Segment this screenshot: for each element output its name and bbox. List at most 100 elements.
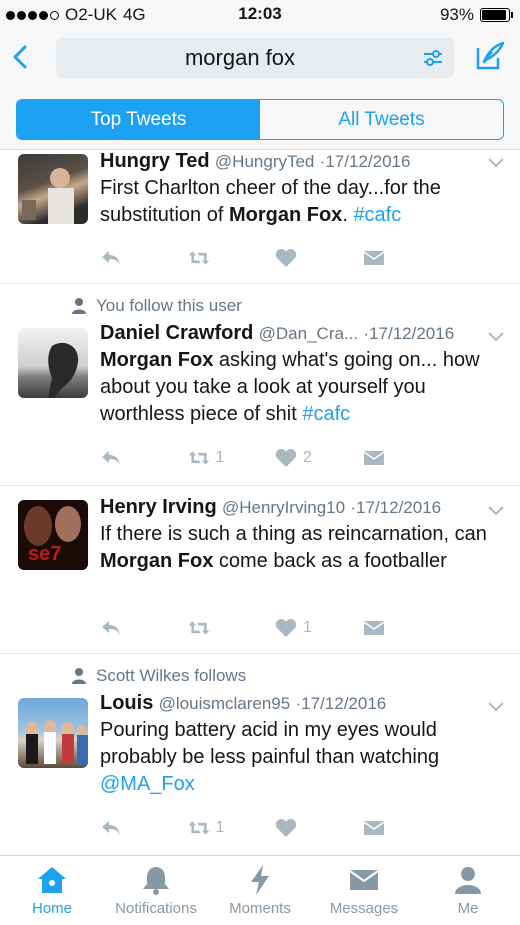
retweet-button[interactable]: 1 [188, 446, 276, 470]
dm-button[interactable] [363, 616, 451, 640]
retweet-count: 1 [215, 819, 225, 836]
tweet-date: 17/12/2016 [369, 324, 455, 343]
retweet-icon [188, 621, 209, 635]
dm-button[interactable] [363, 446, 451, 470]
reply-button[interactable] [100, 446, 188, 470]
tweet-actions: 1 [100, 616, 450, 640]
like-button[interactable] [275, 246, 363, 270]
tweet-filter-tabs: Top Tweets All Tweets [16, 99, 504, 140]
avatar[interactable]: se7 [18, 500, 88, 570]
dm-icon [363, 621, 384, 635]
mention-link[interactable]: @MA_Fox [100, 773, 195, 795]
tab-moments[interactable]: Moments [208, 856, 312, 925]
bell-icon [143, 867, 169, 895]
heart-icon [275, 819, 297, 837]
battery-percent: 93% [439, 5, 474, 24]
like-button[interactable] [275, 816, 363, 840]
tab-home[interactable]: Home [0, 856, 104, 925]
avatar[interactable] [18, 698, 88, 768]
reply-button[interactable] [100, 816, 188, 840]
compose-icon[interactable] [474, 40, 506, 72]
tweet-actions: 1 [100, 816, 450, 840]
dm-icon [363, 451, 384, 465]
hashtag-link[interactable]: #cafc [353, 204, 401, 226]
tweet-content: Henry Irving @HenryIrving10 ·17/12/2016 … [100, 496, 506, 575]
reply-icon [102, 251, 120, 265]
tweet[interactable]: You follow this user Daniel Crawford @Da… [0, 284, 520, 486]
dm-button[interactable] [363, 246, 451, 270]
avatar[interactable] [18, 154, 88, 224]
battery-icon [480, 8, 513, 22]
tweet-text: First Charlton cheer of the day...for th… [100, 177, 441, 226]
heart-icon [275, 249, 297, 267]
heart-icon [275, 449, 297, 467]
svg-text:se7: se7 [28, 543, 61, 565]
tweet-feed[interactable]: Hungry Ted @HungryTed ·17/12/2016 First … [0, 150, 520, 855]
tweet-date: 17/12/2016 [325, 152, 411, 171]
like-button[interactable]: 1 [275, 616, 363, 640]
heart-icon [275, 619, 297, 637]
battery-info: 93% [439, 5, 513, 25]
tab-messages[interactable]: Messages [312, 856, 416, 925]
chevron-down-icon[interactable] [488, 702, 504, 712]
retweet-button[interactable] [188, 616, 276, 640]
like-count: 1 [303, 619, 312, 636]
author-handle: @HungryTed [214, 152, 315, 171]
tab-me[interactable]: Me [416, 856, 520, 925]
envelope-icon [349, 870, 379, 890]
tweet-content: Hungry Ted @HungryTed ·17/12/2016 First … [100, 150, 506, 229]
social-context: Scott Wilkes follows [72, 666, 246, 686]
home-icon [38, 867, 66, 893]
search-bar[interactable] [56, 38, 454, 78]
person-icon [72, 298, 86, 314]
tweet-date: 17/12/2016 [301, 694, 387, 713]
avatar[interactable] [18, 328, 88, 398]
reply-button[interactable] [100, 616, 188, 640]
author-name[interactable]: Hungry Ted [100, 150, 210, 172]
author-handle: @HenryIrving10 [221, 498, 346, 517]
tweet-actions [100, 246, 450, 270]
tweet-actions: 1 2 [100, 446, 450, 470]
retweet-button[interactable] [188, 246, 276, 270]
filter-icon[interactable] [422, 47, 444, 69]
tab-all-tweets[interactable]: All Tweets [260, 100, 503, 139]
reply-icon [102, 621, 120, 635]
tweet-content: Daniel Crawford @Dan_Cra... ·17/12/2016 … [100, 322, 506, 428]
search-header: Top Tweets All Tweets [0, 30, 520, 150]
bottom-tab-bar: Home Notifications Moments Messages Me [0, 855, 520, 925]
like-button[interactable]: 2 [275, 446, 363, 470]
chevron-down-icon[interactable] [488, 332, 504, 342]
tab-notifications[interactable]: Notifications [104, 856, 208, 925]
search-input[interactable] [56, 38, 454, 78]
retweet-icon [188, 451, 209, 465]
author-handle: @louismclaren95 [158, 694, 291, 713]
author-name[interactable]: Daniel Crawford [100, 322, 253, 344]
tweet[interactable]: Scott Wilkes follows Louis @louismclaren… [0, 654, 520, 855]
lightning-icon [251, 865, 269, 895]
tweet[interactable]: Hungry Ted @HungryTed ·17/12/2016 First … [0, 150, 520, 284]
tweet[interactable]: se7 Henry Irving @HenryIrving10 ·17/12/2… [0, 486, 520, 654]
back-arrow-icon[interactable] [6, 42, 36, 72]
reply-icon [102, 451, 120, 465]
like-count: 2 [303, 449, 312, 466]
reply-icon [102, 821, 120, 835]
reply-button[interactable] [100, 246, 188, 270]
retweet-icon [188, 251, 209, 265]
hashtag-link[interactable]: #cafc [302, 403, 350, 425]
tab-top-tweets[interactable]: Top Tweets [17, 100, 260, 139]
author-name[interactable]: Henry Irving [100, 496, 217, 518]
tweet-date: 17/12/2016 [356, 498, 442, 517]
dm-icon [363, 251, 384, 265]
social-context: You follow this user [72, 296, 242, 316]
user-icon [455, 867, 481, 894]
author-name[interactable]: Louis [100, 692, 153, 714]
tweet-text: Pouring battery acid in my eyes would pr… [100, 719, 440, 795]
status-bar: O2-UK 4G 12:03 93% [0, 0, 520, 30]
retweet-button[interactable]: 1 [188, 816, 276, 840]
retweet-icon [188, 821, 209, 835]
tweet-content: Louis @louismclaren95 ·17/12/2016 Pourin… [100, 692, 506, 798]
chevron-down-icon[interactable] [488, 158, 504, 168]
tweet-text: If there is such a thing as reincarnatio… [100, 523, 487, 572]
dm-button[interactable] [363, 816, 451, 840]
chevron-down-icon[interactable] [488, 506, 504, 516]
